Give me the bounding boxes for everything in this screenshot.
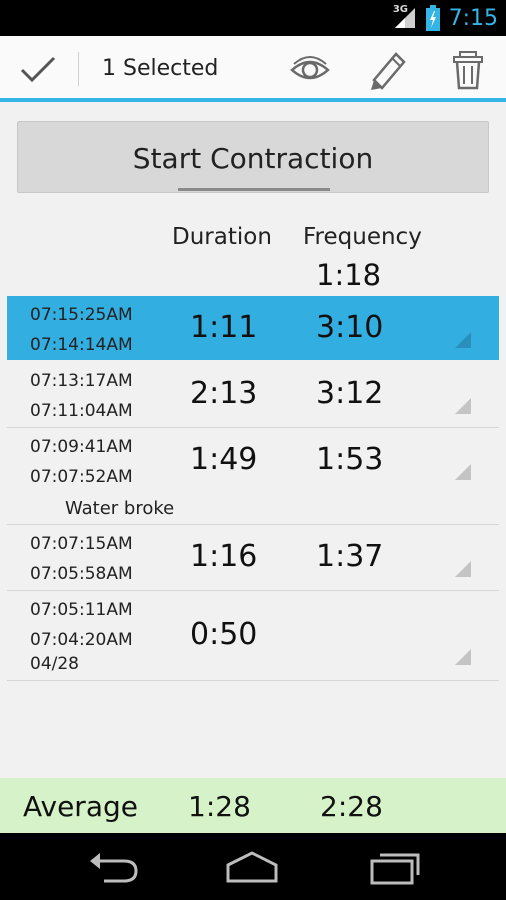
row-start-time: 07:05:11AM (30, 600, 133, 620)
recent-apps-icon[interactable] (364, 847, 424, 887)
frequency-summary-value: 1:18 (316, 258, 382, 292)
row-end-time: 07:11:04AM (30, 401, 133, 421)
row-end-time: 07:04:20AM (30, 630, 133, 650)
action-bar-divider (78, 52, 79, 86)
check-icon[interactable] (16, 48, 60, 92)
row-expand-icon[interactable] (455, 649, 471, 665)
contraction-row[interactable]: 07:07:15AM 07:05:58AM 1:16 1:37 (7, 525, 499, 591)
duration-header: Duration (172, 224, 272, 250)
row-start-time: 07:07:15AM (30, 534, 133, 554)
average-frequency: 2:28 (320, 790, 383, 823)
trash-icon[interactable] (446, 48, 490, 92)
row-frequency: 3:10 (316, 310, 384, 345)
average-duration: 1:28 (188, 790, 251, 823)
selection-title: 1 Selected (102, 56, 219, 81)
row-start-time: 07:15:25AM (30, 305, 133, 325)
row-duration: 2:13 (190, 376, 258, 411)
home-icon[interactable] (222, 847, 282, 887)
row-duration: 1:16 (190, 539, 258, 574)
eye-icon[interactable] (288, 50, 332, 90)
start-contraction-label: Start Contraction (132, 142, 374, 175)
action-bar-accent-line (0, 98, 506, 102)
contraction-row[interactable]: 07:13:17AM 07:11:04AM 2:13 3:12 (7, 362, 499, 428)
contraction-row[interactable]: 07:05:11AM 07:04:20AM 04/28 0:50 (7, 591, 499, 681)
contraction-row[interactable]: 07:15:25AM 07:14:14AM 1:11 3:10 (7, 296, 499, 360)
frequency-header: Frequency (303, 224, 422, 250)
row-frequency: 3:12 (316, 376, 384, 411)
row-duration: 1:11 (190, 310, 258, 345)
row-start-time: 07:13:17AM (30, 371, 133, 391)
row-expand-icon[interactable] (455, 464, 471, 480)
row-frequency: 1:53 (316, 442, 384, 477)
row-expand-icon[interactable] (455, 332, 471, 348)
row-duration: 1:49 (190, 442, 258, 477)
row-duration: 0:50 (190, 617, 258, 652)
action-bar (0, 36, 506, 98)
row-note: Water broke (65, 498, 175, 519)
clock: 7:15 (448, 5, 498, 31)
navigation-bar (0, 833, 506, 900)
start-contraction-button[interactable]: Start Contraction (17, 121, 489, 193)
row-end-time: 07:07:52AM (30, 467, 133, 487)
signal-icon (394, 8, 415, 28)
average-label: Average (23, 790, 138, 823)
row-end-time: 07:14:14AM (30, 335, 133, 355)
status-bar: 3G 7:15 (0, 0, 506, 36)
back-icon[interactable] (84, 847, 144, 887)
row-expand-icon[interactable] (455, 398, 471, 414)
row-expand-icon[interactable] (455, 561, 471, 577)
row-frequency: 1:37 (316, 539, 384, 574)
row-start-time: 07:09:41AM (30, 437, 133, 457)
contraction-row[interactable]: 07:09:41AM 07:07:52AM 1:49 1:53 Water br… (7, 428, 499, 525)
pencil-icon[interactable] (366, 46, 410, 90)
row-end-time: 07:05:58AM (30, 564, 133, 584)
row-date: 04/28 (30, 654, 79, 674)
average-bar: Average 1:28 2:28 (0, 778, 506, 833)
battery-icon (425, 5, 440, 31)
button-underline (178, 188, 330, 191)
